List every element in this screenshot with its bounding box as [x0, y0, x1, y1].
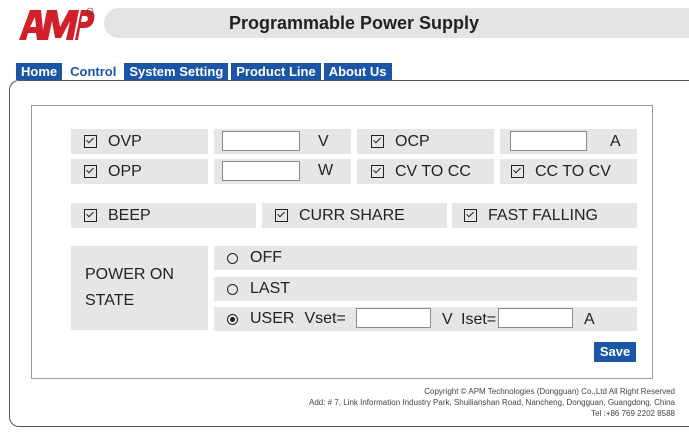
power-on-label-line2: STATE	[85, 292, 135, 309]
checkbox-checked-icon	[84, 135, 97, 148]
radio-off[interactable]: OFF	[214, 246, 637, 270]
iset-unit: A	[584, 311, 595, 328]
checkbox-checked-icon	[371, 135, 384, 148]
checkbox-checked-icon	[511, 165, 524, 178]
footer-copyright: Copyright © APM Technologies (Dongguan) …	[424, 387, 675, 396]
tab-system-setting[interactable]: System Setting	[124, 63, 229, 80]
footer-phone: Tel :+86 769 2202 8588	[591, 409, 675, 418]
vset-label: Vset=	[304, 310, 346, 327]
checkbox-checked-icon	[371, 165, 384, 178]
ovp-unit: V	[318, 133, 329, 150]
curr-share-checkbox[interactable]: CURR SHARE	[262, 203, 447, 228]
opp-input[interactable]	[222, 161, 300, 181]
radio-selected-icon	[227, 313, 238, 325]
fast-falling-checkbox[interactable]: FAST FALLING	[452, 203, 637, 228]
opp-label: OPP	[108, 162, 142, 180]
radio-off-label: OFF	[250, 249, 282, 266]
footer-address: Add: # 7, Link Information Industry Park…	[308, 398, 675, 407]
title-bar: Programmable Power Supply	[104, 8, 689, 38]
nav-tabs: Home Control System Setting Product Line…	[16, 63, 392, 80]
fast-falling-label: FAST FALLING	[488, 206, 598, 224]
checkbox-checked-icon	[464, 209, 477, 222]
ocp-checkbox[interactable]: OCP	[357, 129, 494, 154]
ovp-label: OVP	[108, 132, 142, 150]
radio-last-label: LAST	[250, 280, 291, 297]
ocp-label: OCP	[395, 132, 430, 150]
ocp-unit: A	[610, 133, 621, 150]
ovp-input[interactable]	[222, 131, 300, 151]
radio-last[interactable]: LAST	[214, 277, 637, 301]
cv-to-cc-checkbox[interactable]: CV TO CC	[357, 159, 494, 184]
tab-home[interactable]: Home	[16, 63, 63, 80]
radio-unselected-icon	[227, 283, 238, 295]
ovp-checkbox[interactable]: OVP	[71, 129, 208, 154]
cc-to-cv-checkbox[interactable]: CC TO CV	[500, 159, 637, 184]
ocp-input[interactable]	[510, 131, 587, 151]
checkbox-checked-icon	[84, 165, 97, 178]
checkbox-checked-icon	[84, 209, 97, 222]
vset-input[interactable]	[356, 308, 431, 328]
radio-user-label: USER	[250, 310, 295, 327]
apm-logo	[19, 7, 95, 40]
opp-checkbox[interactable]: OPP	[71, 159, 208, 184]
power-on-label-line1: POWER ON	[85, 266, 174, 283]
vset-unit: V	[442, 311, 453, 328]
cv-to-cc-label: CV TO CC	[395, 162, 471, 180]
iset-input[interactable]	[498, 308, 573, 328]
curr-share-label: CURR SHARE	[299, 206, 405, 224]
tab-about-us[interactable]: About Us	[323, 63, 392, 80]
checkbox-checked-icon	[275, 209, 288, 222]
cc-to-cv-label: CC TO CV	[535, 162, 611, 180]
opp-unit: W	[318, 162, 334, 179]
footer: Copyright © APM Technologies (Dongguan) …	[309, 386, 675, 419]
power-on-state-label: POWER ON STATE	[71, 246, 208, 330]
tab-product-line[interactable]: Product Line	[231, 63, 321, 80]
tab-control[interactable]: Control	[65, 63, 122, 80]
page-title: Programmable Power Supply	[228, 13, 480, 33]
beep-checkbox[interactable]: BEEP	[71, 203, 256, 228]
iset-label: Iset=	[461, 311, 497, 328]
beep-label: BEEP	[108, 206, 151, 224]
save-button[interactable]: Save	[594, 342, 636, 362]
radio-unselected-icon	[227, 252, 238, 264]
